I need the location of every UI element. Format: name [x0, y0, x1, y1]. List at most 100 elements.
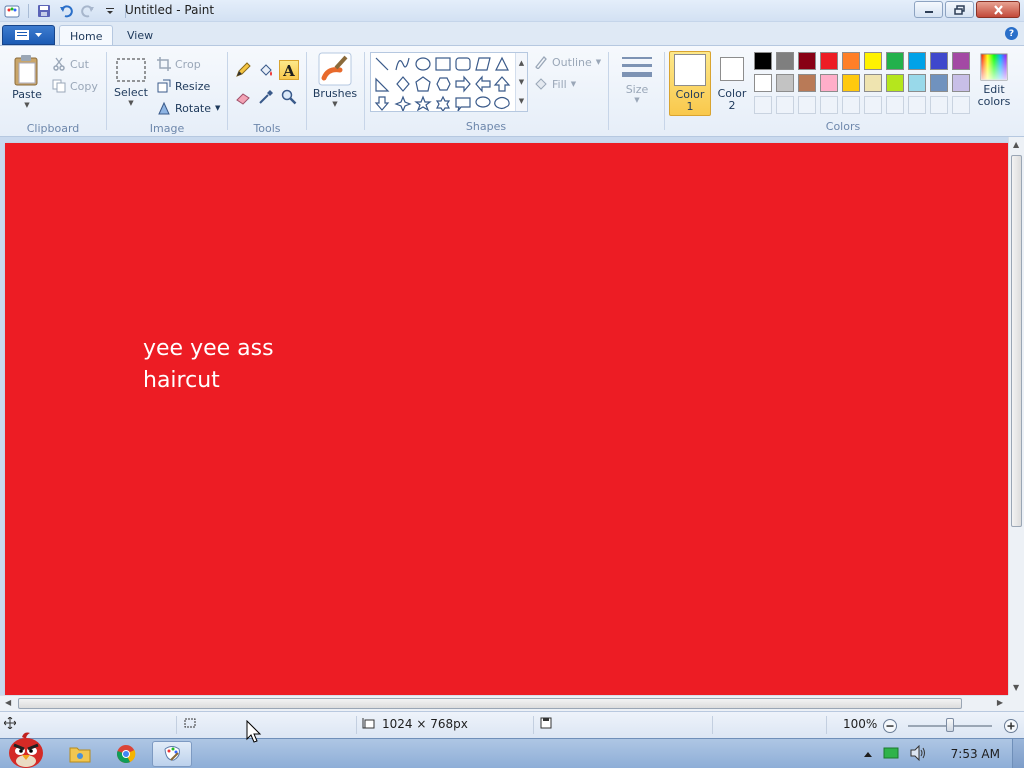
vertical-scrollbar[interactable]: ▲ ▼	[1008, 137, 1024, 695]
down-arrow-shape-icon[interactable]	[374, 96, 390, 111]
canvas-text[interactable]: yee yee ass haircut	[143, 333, 274, 397]
taskbar-chrome[interactable]	[106, 741, 146, 767]
shapes-expand-icon[interactable]: ▼	[519, 97, 524, 105]
clock[interactable]: 7:53 AM	[951, 747, 1000, 761]
color1-button[interactable]: Color 1	[669, 51, 711, 116]
palette-swatch[interactable]	[842, 52, 860, 70]
six-point-star-shape-icon[interactable]	[435, 95, 451, 111]
hexagon-shape-icon[interactable]	[436, 77, 451, 91]
tab-view[interactable]: View	[117, 25, 163, 47]
fill-dropdown-icon[interactable]: ▼	[571, 80, 576, 88]
scroll-down-icon[interactable]: ▼	[1013, 683, 1019, 692]
brushes-button[interactable]: Brushes ▼	[312, 52, 358, 108]
palette-swatch[interactable]	[908, 52, 926, 70]
palette-swatch[interactable]	[864, 52, 882, 70]
palette-swatch[interactable]	[820, 74, 838, 92]
fill-bucket-icon[interactable]	[256, 60, 276, 80]
palette-swatch[interactable]	[754, 52, 772, 70]
polygon-shape-icon[interactable]	[475, 57, 491, 71]
rounded-callout-shape-icon[interactable]	[455, 97, 471, 111]
customize-qat-icon[interactable]	[101, 2, 119, 20]
shapes-scroll-down-icon[interactable]: ▼	[519, 78, 524, 86]
palette-swatch[interactable]	[842, 74, 860, 92]
crop-button[interactable]: Crop	[157, 55, 201, 73]
palette-swatch[interactable]	[798, 52, 816, 70]
custom-color-slot[interactable]	[842, 96, 860, 114]
palette-swatch[interactable]	[864, 74, 882, 92]
outline-button[interactable]: Outline ▼	[534, 53, 601, 71]
curve-shape-icon[interactable]	[395, 57, 410, 71]
taskbar-explorer[interactable]	[60, 741, 100, 767]
scroll-up-icon[interactable]: ▲	[1013, 140, 1019, 149]
paste-button[interactable]: Paste ▼	[8, 53, 46, 109]
palette-swatch[interactable]	[930, 74, 948, 92]
line-shape-icon[interactable]	[375, 57, 389, 71]
shapes-scrollbar[interactable]: ▲ ▼ ▼	[515, 53, 527, 111]
text-tool-icon[interactable]: A	[279, 60, 299, 80]
edit-colors-button[interactable]: Edit colors	[976, 52, 1012, 108]
restore-button[interactable]	[945, 1, 974, 18]
custom-color-slot[interactable]	[820, 96, 838, 114]
oval-callout-shape-icon[interactable]	[475, 96, 491, 108]
palette-swatch[interactable]	[952, 52, 970, 70]
pentagon-shape-icon[interactable]	[415, 76, 431, 92]
custom-color-slot[interactable]	[952, 96, 970, 114]
taskbar-paint[interactable]	[152, 741, 192, 767]
oval-shape-icon[interactable]	[415, 57, 431, 71]
palette-swatch[interactable]	[886, 52, 904, 70]
select-dropdown-icon[interactable]: ▼	[128, 99, 133, 107]
triangle-shape-icon[interactable]	[495, 56, 509, 71]
palette-swatch[interactable]	[820, 52, 838, 70]
palette-swatch[interactable]	[776, 52, 794, 70]
shapes-scroll-up-icon[interactable]: ▲	[519, 59, 524, 67]
eraser-icon[interactable]	[233, 87, 253, 107]
volume-icon[interactable]	[909, 744, 927, 764]
palette-swatch[interactable]	[776, 74, 794, 92]
four-point-star-shape-icon[interactable]	[394, 95, 412, 111]
horizontal-scroll-thumb[interactable]	[18, 698, 962, 709]
cloud-callout-shape-icon[interactable]	[494, 96, 510, 110]
redo-icon[interactable]	[79, 2, 97, 20]
horizontal-scrollbar[interactable]: ◀ ▶	[0, 695, 1008, 711]
left-arrow-shape-icon[interactable]	[475, 75, 491, 93]
size-dropdown-icon[interactable]: ▼	[634, 96, 639, 104]
minimize-button[interactable]	[914, 1, 943, 18]
color-picker-icon[interactable]	[256, 87, 276, 107]
network-icon[interactable]	[883, 746, 899, 763]
custom-color-slot[interactable]	[776, 96, 794, 114]
color2-button[interactable]: Color 2	[714, 55, 750, 115]
palette-swatch[interactable]	[952, 74, 970, 92]
zoom-in-icon[interactable]	[1003, 718, 1019, 737]
rotate-button[interactable]: Rotate ▼	[157, 99, 220, 117]
palette-swatch[interactable]	[908, 74, 926, 92]
five-point-star-shape-icon[interactable]	[414, 95, 432, 111]
fill-button[interactable]: Fill ▼	[534, 75, 576, 93]
zoom-slider-thumb[interactable]	[946, 718, 954, 732]
custom-color-slot[interactable]	[930, 96, 948, 114]
custom-color-slot[interactable]	[754, 96, 772, 114]
outline-dropdown-icon[interactable]: ▼	[596, 58, 601, 66]
tab-home[interactable]: Home	[59, 25, 114, 47]
palette-swatch[interactable]	[798, 74, 816, 92]
palette-swatch[interactable]	[930, 52, 948, 70]
cut-button[interactable]: Cut	[52, 55, 89, 73]
scroll-left-icon[interactable]: ◀	[5, 698, 11, 707]
save-icon[interactable]	[35, 2, 53, 20]
pencil-icon[interactable]	[233, 60, 253, 80]
size-button[interactable]: Size ▼	[615, 54, 659, 104]
resize-button[interactable]: Resize	[157, 77, 210, 95]
paint-menu-button[interactable]	[2, 25, 55, 45]
custom-color-slot[interactable]	[908, 96, 926, 114]
start-button[interactable]	[2, 731, 50, 768]
undo-icon[interactable]	[57, 2, 75, 20]
show-hidden-icons-icon[interactable]	[863, 748, 873, 761]
custom-color-slot[interactable]	[886, 96, 904, 114]
magnifier-icon[interactable]	[279, 87, 299, 107]
diamond-shape-icon[interactable]	[396, 76, 410, 92]
palette-swatch[interactable]	[754, 74, 772, 92]
custom-color-slot[interactable]	[864, 96, 882, 114]
select-button[interactable]: Select ▼	[113, 57, 149, 107]
paste-dropdown-icon[interactable]: ▼	[24, 101, 29, 109]
drawing-canvas[interactable]: yee yee ass haircut	[5, 143, 1008, 695]
rectangle-shape-icon[interactable]	[435, 57, 451, 71]
